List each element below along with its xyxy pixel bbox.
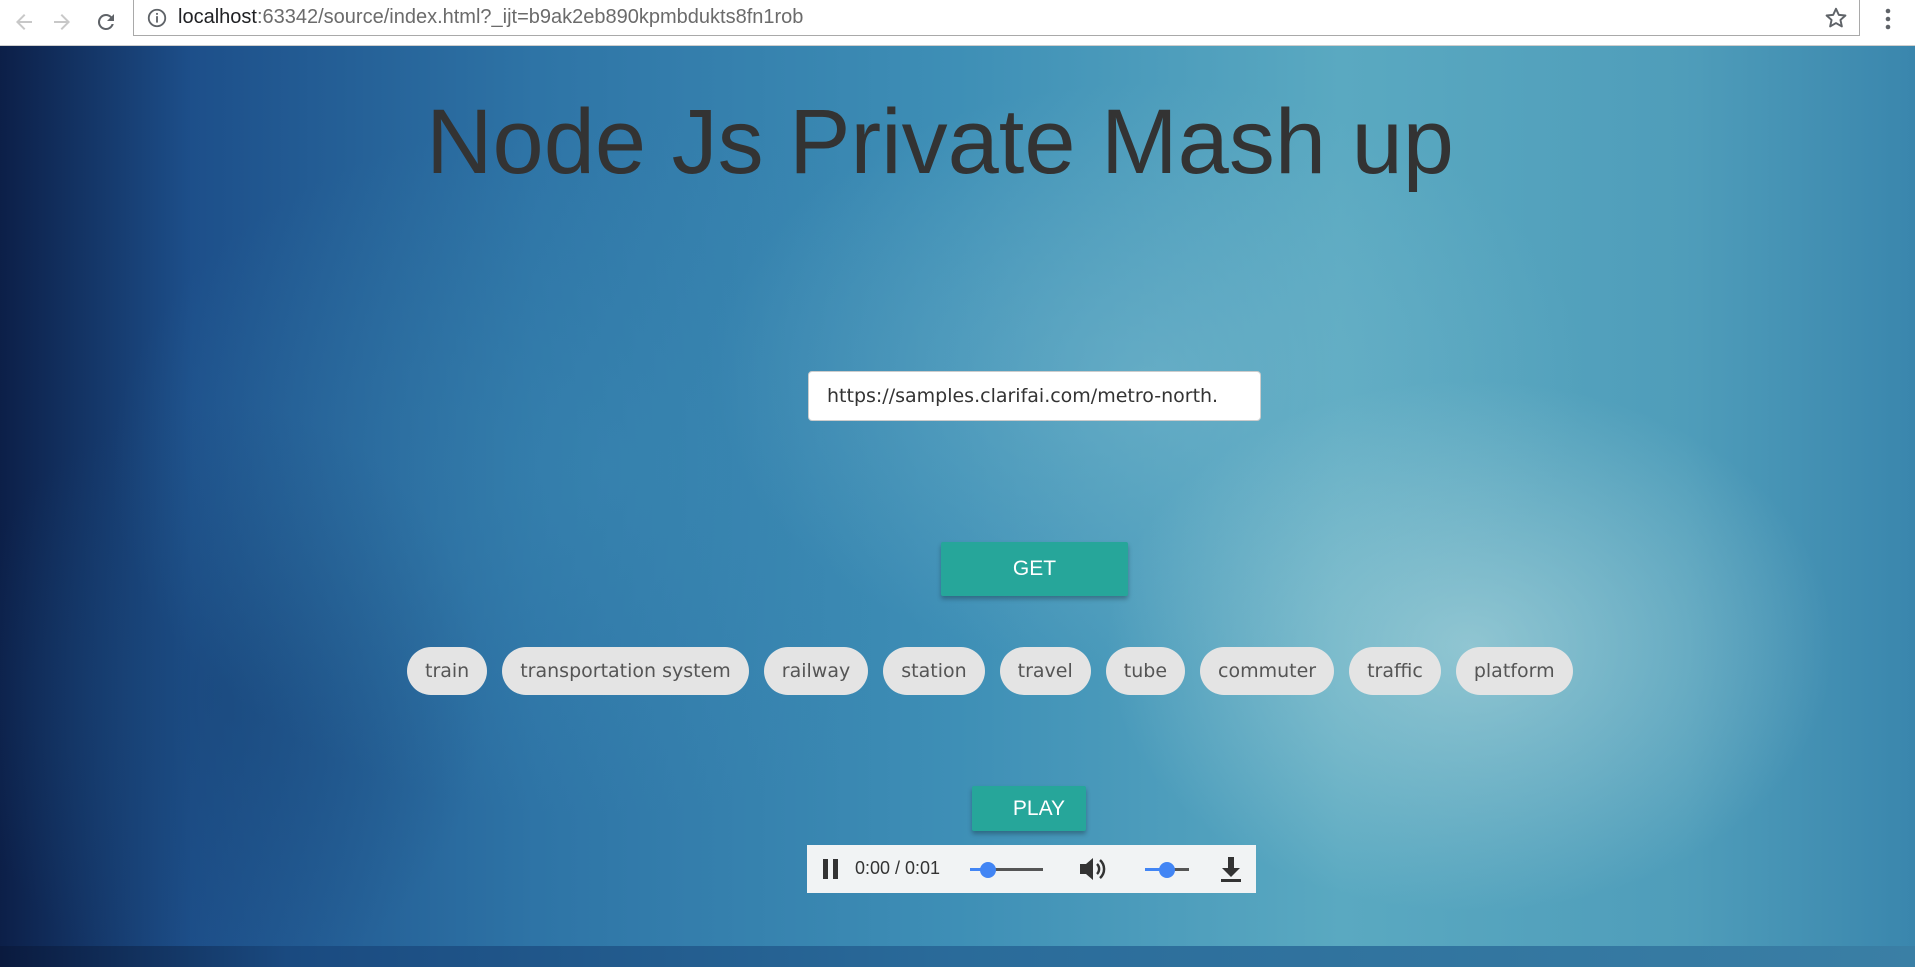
tag-chip: travel [999, 647, 1091, 695]
tag-chip: railway [763, 647, 869, 695]
tag-chip: tube [1105, 647, 1186, 695]
volume-icon[interactable] [1077, 855, 1107, 883]
tag-chip: station [883, 647, 985, 695]
menu-dots-icon[interactable] [1876, 4, 1900, 34]
volume-knob[interactable] [1159, 862, 1175, 878]
image-url-input[interactable] [808, 371, 1261, 421]
page-viewport: Node Js Private Mash up GET train transp… [0, 46, 1915, 946]
info-icon[interactable] [146, 7, 168, 29]
get-button[interactable]: GET [941, 542, 1128, 596]
page-title: Node Js Private Mash up [426, 91, 1454, 193]
browser-toolbar: localhost:63342/source/index.html?_ijt=b… [0, 0, 1915, 46]
url-path: :63342/source/index.html?_ijt=b9ak2eb890… [256, 6, 804, 28]
tag-list: train transportation system railway stat… [407, 647, 1573, 695]
tag-chip: commuter [1200, 647, 1335, 695]
pause-icon[interactable] [819, 857, 843, 881]
url-host: localhost [178, 6, 257, 28]
download-icon[interactable] [1218, 855, 1244, 883]
play-button[interactable]: PLAY [972, 786, 1086, 831]
audio-player: 0:00 / 0:01 [807, 845, 1256, 893]
tag-chip: transportation system [502, 647, 749, 695]
address-bar[interactable]: localhost:63342/source/index.html?_ijt=b… [133, 0, 1860, 36]
audio-time-display: 0:00 / 0:01 [855, 858, 941, 878]
reload-icon[interactable] [90, 6, 122, 38]
audio-progress-knob[interactable] [980, 862, 997, 878]
tag-chip: train [407, 647, 488, 695]
star-icon[interactable] [1823, 5, 1849, 31]
forward-arrow-icon[interactable] [46, 6, 78, 38]
address-url: localhost:63342/source/index.html?_ijt=b… [178, 6, 803, 29]
back-arrow-icon[interactable] [8, 6, 40, 38]
tag-chip: traffic [1349, 647, 1441, 695]
tag-chip: platform [1455, 647, 1573, 695]
page-bottom-band [0, 946, 1915, 967]
